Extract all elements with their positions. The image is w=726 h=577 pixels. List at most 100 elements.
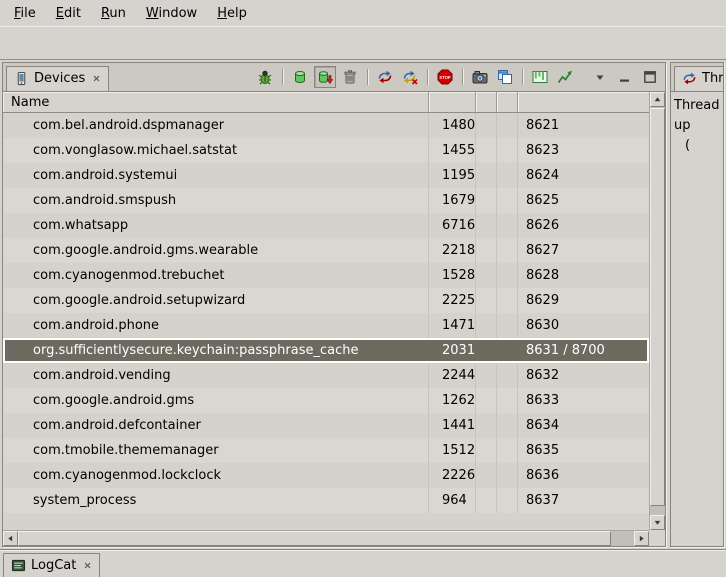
- column-header-blank1[interactable]: [476, 92, 497, 113]
- empty-cell: [497, 113, 518, 138]
- process-name: com.android.systemui: [3, 163, 429, 188]
- start-opengl-trace-icon[interactable]: [554, 66, 576, 88]
- dump-view-hierarchy-icon[interactable]: [494, 66, 516, 88]
- menu-window[interactable]: Window: [136, 3, 207, 24]
- close-icon[interactable]: [83, 561, 92, 570]
- process-pid: 1471: [429, 313, 476, 338]
- empty-cell: [476, 313, 497, 338]
- scroll-right-button[interactable]: [634, 531, 649, 546]
- column-header-name[interactable]: Name: [3, 92, 429, 113]
- devices-tabbar: Devices STOP: [3, 63, 665, 92]
- horizontal-scrollbar[interactable]: [3, 530, 649, 546]
- process-pid: 22440: [429, 363, 476, 388]
- menu-file[interactable]: File: [4, 3, 46, 24]
- minimize-icon[interactable]: [615, 67, 635, 87]
- process-port: 8631 / 8700: [518, 338, 649, 363]
- maximize-icon[interactable]: [640, 67, 660, 87]
- update-threads-icon[interactable]: [374, 66, 396, 88]
- capture-systrace-icon[interactable]: [529, 66, 551, 88]
- column-header-blank2[interactable]: [497, 92, 518, 113]
- tab-devices-label: Devices: [34, 71, 85, 86]
- scroll-up-button[interactable]: [650, 92, 665, 107]
- process-pid: 22185: [429, 238, 476, 263]
- process-name: com.whatsapp: [3, 213, 429, 238]
- scroll-down-button[interactable]: [650, 515, 665, 530]
- screen-capture-icon[interactable]: [469, 66, 491, 88]
- process-name: com.android.phone: [3, 313, 429, 338]
- tab-devices[interactable]: Devices: [6, 66, 109, 91]
- start-method-profiling-icon[interactable]: [399, 66, 421, 88]
- empty-cell: [497, 238, 518, 263]
- threads-message-line: (: [674, 136, 720, 156]
- vertical-scrollbar[interactable]: [649, 92, 665, 530]
- horizontal-scrollbar-thumb[interactable]: [18, 531, 611, 546]
- table-row[interactable]: com.google.android.setupwizard222508629: [3, 288, 649, 313]
- column-header-port[interactable]: [518, 92, 649, 113]
- process-pid: 1480: [429, 113, 476, 138]
- empty-cell: [476, 188, 497, 213]
- device-table: Name com.bel.android.dspmanager14808621c…: [3, 92, 665, 546]
- empty-cell: [476, 438, 497, 463]
- table-row[interactable]: com.android.smspush16798625: [3, 188, 649, 213]
- process-port: 8633: [518, 388, 649, 413]
- menu-help[interactable]: Help: [207, 3, 257, 24]
- table-row[interactable]: system_process9648637: [3, 488, 649, 513]
- menu-edit[interactable]: Edit: [46, 3, 91, 24]
- table-row[interactable]: com.google.android.gms.wearable221858627: [3, 238, 649, 263]
- toolbar-separator: [522, 69, 523, 85]
- table-row[interactable]: com.bel.android.dspmanager1480 8621: [3, 113, 649, 138]
- process-port: 8624: [518, 163, 649, 188]
- process-name: com.android.smspush: [3, 188, 429, 213]
- debug-icon[interactable]: [254, 66, 276, 88]
- empty-cell: [497, 163, 518, 188]
- tab-logcat-label: LogCat: [31, 558, 76, 573]
- tab-threads[interactable]: Threads: [674, 66, 723, 91]
- devices-toolbar: STOP: [254, 66, 578, 88]
- tab-logcat[interactable]: LogCat: [3, 553, 100, 577]
- empty-cell: [497, 263, 518, 288]
- process-name: com.bel.android.dspmanager: [3, 113, 429, 138]
- cause-gc-icon[interactable]: [339, 66, 361, 88]
- stop-process-icon[interactable]: STOP: [434, 66, 456, 88]
- process-name: com.tmobile.thememanager: [3, 438, 429, 463]
- table-row[interactable]: com.android.phone14718630: [3, 313, 649, 338]
- vertical-scrollbar-thumb[interactable]: [650, 108, 665, 506]
- update-heap-icon[interactable]: [289, 66, 311, 88]
- process-name: com.android.defcontainer: [3, 413, 429, 438]
- table-row[interactable]: com.whatsapp67168626: [3, 213, 649, 238]
- process-port: 8636: [518, 463, 649, 488]
- table-row-selected[interactable]: org.sufficientlysecure.keychain:passphra…: [3, 338, 649, 363]
- threads-tabbar: Threads: [671, 63, 723, 92]
- process-port: 8621: [518, 113, 649, 138]
- empty-cell: [476, 388, 497, 413]
- column-header-pid[interactable]: [429, 92, 476, 113]
- process-port: 8634: [518, 413, 649, 438]
- process-pid: 1512: [429, 438, 476, 463]
- table-row[interactable]: com.android.defcontainer144118634: [3, 413, 649, 438]
- device-icon: [14, 71, 29, 86]
- empty-cell: [476, 488, 497, 513]
- table-row[interactable]: com.google.android.gms126238633: [3, 388, 649, 413]
- scroll-left-button[interactable]: [3, 531, 18, 546]
- empty-cell: [497, 313, 518, 338]
- table-row[interactable]: com.cyanogenmod.lockclock222658636: [3, 463, 649, 488]
- table-row[interactable]: com.android.systemui11958624: [3, 163, 649, 188]
- table-row[interactable]: com.vonglasow.michael.satstat145538623: [3, 138, 649, 163]
- process-port: 8635: [518, 438, 649, 463]
- menu-run[interactable]: Run: [91, 3, 136, 24]
- scrollbar-corner: [649, 530, 665, 546]
- table-row[interactable]: com.android.vending224408632: [3, 363, 649, 388]
- view-menu-icon[interactable]: [590, 67, 610, 87]
- empty-cell: [476, 288, 497, 313]
- process-pid: 20311: [429, 338, 476, 363]
- empty-cell: [497, 138, 518, 163]
- process-port: 8632: [518, 363, 649, 388]
- svg-text:STOP: STOP: [439, 75, 451, 80]
- table-row[interactable]: com.tmobile.thememanager1512 8635: [3, 438, 649, 463]
- table-row[interactable]: com.cyanogenmod.trebuchet15288628: [3, 263, 649, 288]
- toolbar-separator: [427, 69, 428, 85]
- threads-message-line: Thread up: [674, 96, 720, 136]
- close-icon[interactable]: [92, 74, 101, 83]
- logcat-icon: [11, 558, 26, 573]
- dump-hprof-icon[interactable]: [314, 66, 336, 88]
